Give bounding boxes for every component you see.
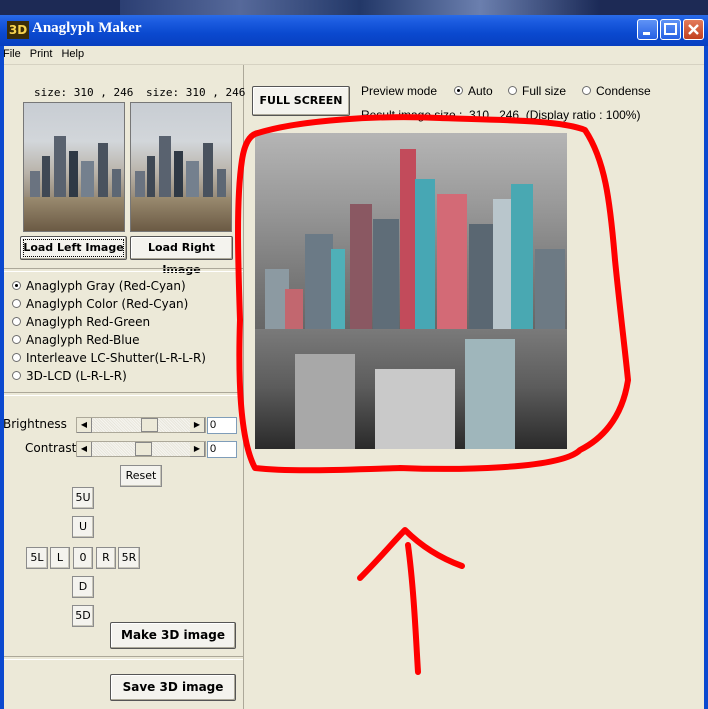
- red-annotation-overlay: [235, 114, 631, 675]
- red-circle-annotation: [235, 114, 631, 474]
- app-window: 3D Anaglyph Maker File Print Help size: …: [0, 0, 708, 709]
- red-arrow-annotation: [357, 527, 465, 675]
